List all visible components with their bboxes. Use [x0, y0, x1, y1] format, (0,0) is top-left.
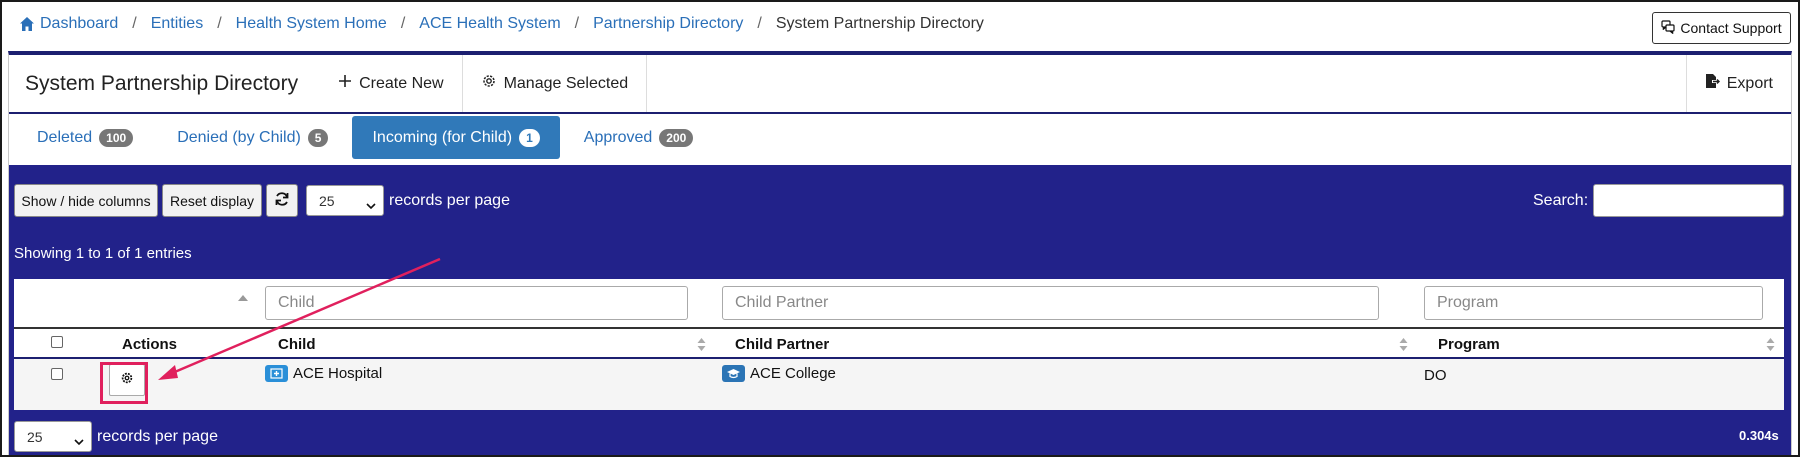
- filter-placeholder: Program: [1437, 294, 1499, 311]
- count-badge: 100: [99, 128, 134, 147]
- search-input[interactable]: [1593, 184, 1784, 217]
- reset-display-button[interactable]: Reset display: [162, 184, 262, 217]
- header-right-group: Export: [1685, 55, 1791, 112]
- page-size-value: 25: [319, 192, 335, 209]
- filter-placeholder: Child: [278, 294, 315, 311]
- column-header-child[interactable]: Child: [278, 336, 316, 353]
- graduation-cap-icon: [722, 365, 745, 382]
- file-export-icon: [1705, 73, 1720, 94]
- panel-header: System Partnership Directory Create New …: [9, 55, 1791, 114]
- tab-label: Approved: [583, 128, 653, 146]
- create-new-label: Create New: [359, 74, 444, 92]
- data-table-container: Show / hide columns Reset display 25 rec…: [9, 165, 1791, 455]
- status-tabs: Deleted 100 Denied (by Child) 5 Incoming…: [17, 116, 713, 159]
- records-per-page-label: records per page: [389, 192, 510, 209]
- breadcrumb-health-system-home[interactable]: Health System Home: [236, 15, 387, 33]
- export-label: Export: [1726, 74, 1773, 92]
- child-filter-input[interactable]: Child: [265, 286, 688, 320]
- count-badge: 1: [519, 128, 540, 147]
- show-hide-columns-button[interactable]: Show / hide columns: [14, 184, 158, 217]
- partnership-table: Child Child Partner Program Actions Chil…: [14, 279, 1784, 410]
- gear-icon: [120, 371, 134, 390]
- sort-icon[interactable]: [1766, 337, 1775, 352]
- refresh-button[interactable]: [266, 184, 298, 217]
- tab-label: Incoming (for Child): [372, 128, 513, 146]
- page-size-select[interactable]: 25: [306, 185, 384, 216]
- export-button[interactable]: Export: [1687, 55, 1791, 112]
- breadcrumb-separator: /: [574, 15, 580, 32]
- row-checkbox[interactable]: [51, 368, 63, 380]
- page-title: System Partnership Directory: [25, 71, 299, 95]
- breadcrumb-separator: /: [400, 15, 406, 32]
- row-actions-button[interactable]: [109, 364, 145, 396]
- chevron-down-icon: [74, 433, 84, 449]
- home-icon: [19, 16, 35, 32]
- select-all-checkbox[interactable]: [51, 336, 63, 348]
- contact-support-label: Contact Support: [1680, 20, 1782, 36]
- manage-selected-label: Manage Selected: [503, 74, 629, 92]
- create-new-button[interactable]: Create New: [320, 55, 461, 112]
- chevron-down-icon: [366, 197, 376, 213]
- tab-denied-by-child[interactable]: Denied (by Child) 5: [157, 116, 348, 159]
- refresh-icon: [274, 191, 290, 210]
- query-timing: 0.304s: [1739, 428, 1779, 443]
- breadcrumb-partnership-directory[interactable]: Partnership Directory: [593, 15, 743, 33]
- table-header-row: Actions Child Child Partner Program: [14, 327, 1784, 359]
- table-row: ACE Hospital ACE College DO: [14, 359, 1784, 410]
- tab-deleted[interactable]: Deleted 100: [17, 116, 153, 159]
- column-header-child-partner[interactable]: Child Partner: [735, 336, 829, 353]
- hospital-icon: [265, 365, 288, 382]
- tab-incoming-for-child[interactable]: Incoming (for Child) 1: [352, 116, 560, 159]
- column-header-program[interactable]: Program: [1438, 336, 1500, 353]
- bottom-records-per-page-label: records per page: [97, 428, 218, 445]
- manage-selected-button[interactable]: Manage Selected: [461, 55, 648, 112]
- filter-row: Child Child Partner Program: [14, 279, 1784, 327]
- tab-label: Denied (by Child): [177, 128, 301, 146]
- child-cell: ACE Hospital: [265, 365, 382, 382]
- tab-approved[interactable]: Approved 200: [564, 116, 714, 159]
- plus-icon: [338, 74, 352, 93]
- breadcrumb-dashboard[interactable]: Dashboard: [40, 15, 118, 33]
- column-header-actions: Actions: [122, 336, 178, 353]
- sort-icon[interactable]: [697, 337, 706, 352]
- contact-support-button[interactable]: Contact Support: [1652, 12, 1791, 44]
- bottom-page-size-select[interactable]: 25: [14, 421, 92, 452]
- child-name-link[interactable]: ACE Hospital: [293, 365, 382, 382]
- program-filter-input[interactable]: Program: [1424, 286, 1763, 320]
- count-badge: 5: [307, 128, 329, 147]
- breadcrumb-entities[interactable]: Entities: [151, 15, 203, 33]
- sort-icon[interactable]: [1399, 337, 1408, 352]
- child-partner-name-link[interactable]: ACE College: [750, 365, 836, 382]
- child-partner-cell: ACE College: [722, 365, 836, 382]
- filter-placeholder: Child Partner: [735, 294, 829, 311]
- breadcrumb-current: System Partnership Directory: [775, 15, 984, 32]
- breadcrumb-separator: /: [132, 15, 137, 32]
- count-badge: 200: [659, 128, 694, 147]
- breadcrumb-ace-health-system[interactable]: ACE Health System: [419, 15, 560, 33]
- program-cell: DO: [1424, 367, 1447, 384]
- breadcrumb: Dashboard / Entities / Health System Hom…: [19, 14, 984, 34]
- child-partner-filter-input[interactable]: Child Partner: [722, 286, 1379, 320]
- breadcrumb-separator: /: [757, 15, 762, 32]
- chat-icon: [1661, 19, 1676, 37]
- sort-up-icon[interactable]: [237, 289, 249, 307]
- page-size-value: 25: [27, 428, 43, 445]
- gear-icon: [481, 73, 497, 94]
- entries-info: Showing 1 to 1 of 1 entries: [14, 245, 192, 262]
- breadcrumb-separator: /: [217, 15, 222, 32]
- search-label: Search:: [1533, 192, 1589, 209]
- tab-label: Deleted: [37, 128, 93, 146]
- program-value: DO: [1424, 367, 1447, 384]
